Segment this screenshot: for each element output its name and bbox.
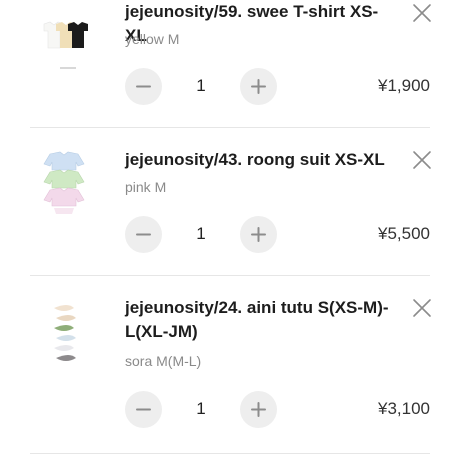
quantity-value: 1 <box>196 76 206 95</box>
product-thumbnail[interactable] <box>30 302 94 368</box>
close-icon <box>413 4 431 22</box>
tshirt-trio-image <box>43 21 88 69</box>
increment-button[interactable] <box>240 391 277 428</box>
minus-icon <box>136 408 151 411</box>
suit-stack-image <box>43 151 85 214</box>
minus-icon <box>136 233 151 236</box>
product-variant: yellow M <box>125 31 180 47</box>
product-variant: pink M <box>125 179 167 195</box>
decrement-button[interactable] <box>125 68 162 105</box>
quantity-value: 1 <box>196 399 206 418</box>
product-title-text: jejeunosity/24. aini tutu S(XS-M)-L(XL-J… <box>125 298 389 341</box>
decrement-button[interactable] <box>125 391 162 428</box>
remove-item-button[interactable] <box>411 297 433 319</box>
remove-item-button[interactable] <box>411 149 433 171</box>
cart-item: jejeunosity/59. swee T-shirt XS-XL yello… <box>0 0 460 128</box>
plus-icon <box>251 79 266 94</box>
close-icon <box>413 151 431 169</box>
close-icon <box>413 299 431 317</box>
product-title[interactable]: jejeunosity/43. roong suit XS-XL <box>125 148 395 172</box>
decrement-button[interactable] <box>125 216 162 253</box>
plus-icon <box>251 402 266 417</box>
product-variant: sora M(M-L) <box>125 353 202 369</box>
item-price: ¥3,100 <box>378 399 430 418</box>
remove-item-button[interactable] <box>411 2 433 24</box>
plus-icon <box>251 227 266 242</box>
quantity-value: 1 <box>196 224 206 243</box>
minus-icon <box>136 85 151 88</box>
cart-item: jejeunosity/43. roong suit XS-XL pink M … <box>0 128 460 276</box>
tutu-stack-image <box>54 305 76 361</box>
item-price: ¥1,900 <box>378 76 430 95</box>
divider <box>30 453 430 454</box>
product-thumbnail[interactable] <box>30 18 94 74</box>
cart-item: jejeunosity/24. aini tutu S(XS-M)-L(XL-J… <box>0 276 460 460</box>
product-thumbnail[interactable] <box>30 150 94 222</box>
increment-button[interactable] <box>240 216 277 253</box>
product-title[interactable]: jejeunosity/24. aini tutu S(XS-M)-L(XL-J… <box>125 296 395 344</box>
increment-button[interactable] <box>240 68 277 105</box>
item-price: ¥5,500 <box>378 224 430 243</box>
